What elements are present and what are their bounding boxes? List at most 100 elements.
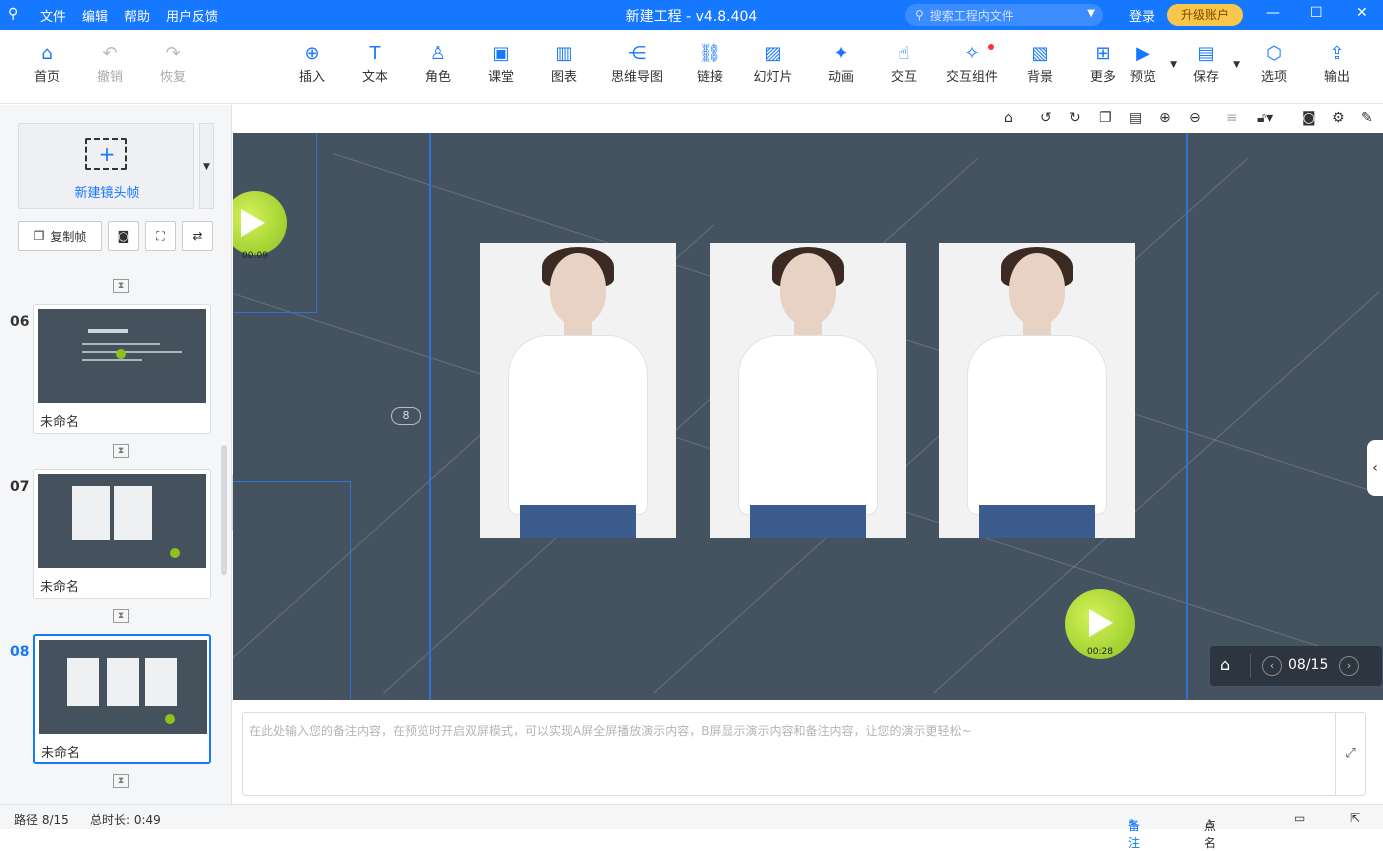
search-input[interactable]: ⚲ 搜索工程内文件 ▼ [905, 4, 1103, 26]
preview-button[interactable]: ▶ 预览 ▼ [1115, 42, 1177, 85]
rotate-right-icon[interactable]: ↻ [1069, 110, 1081, 126]
next-page-button[interactable]: › [1339, 656, 1359, 676]
classroom-button[interactable]: ▣ 课堂 [473, 42, 529, 85]
prev-page-button[interactable]: ‹ [1262, 656, 1282, 676]
portrait-photo[interactable] [480, 243, 676, 538]
transition-icon[interactable]: ⧗ [113, 609, 129, 623]
interact-component-button[interactable]: ✧ 交互组件 [940, 42, 1004, 85]
transition-icon[interactable]: ⧗ [113, 444, 129, 458]
transition-icon[interactable]: ⧗ [113, 279, 129, 293]
play-time: 00:09 [242, 251, 268, 261]
transition-icon[interactable]: ⧗ [113, 774, 129, 788]
portrait-photo[interactable] [710, 243, 906, 538]
paste-icon[interactable]: ▤ [1129, 110, 1142, 126]
notification-dot [988, 44, 994, 50]
maximize-icon[interactable]: ☐ [1310, 5, 1323, 21]
home-icon[interactable]: ⌂ [1220, 655, 1230, 674]
close-icon[interactable]: ✕ [1356, 5, 1368, 21]
zoom-out-icon[interactable]: ⊖ [1189, 110, 1201, 126]
edit-icon[interactable]: ✎ [1361, 110, 1373, 126]
swap-button[interactable]: ⇄ [182, 221, 213, 251]
chart-button[interactable]: ▥ 图表 [536, 42, 592, 85]
animation-button[interactable]: ✦ 动画 [813, 42, 869, 85]
slide-card[interactable]: 未命名 [33, 469, 211, 599]
background-icon: ▧ [1031, 43, 1049, 64]
link-button[interactable]: ⛓ 链接 [682, 42, 738, 85]
home-icon: ⌂ [41, 43, 53, 64]
play-button[interactable]: 00:28 [1065, 589, 1135, 659]
thumb-title-line [88, 329, 128, 333]
menu-help[interactable]: 帮助 [124, 6, 150, 25]
mindmap-button[interactable]: ⋲ 思维导图 [605, 42, 669, 85]
expand-icon[interactable]: ⤢ [1335, 713, 1365, 795]
export-button[interactable]: ⇪ 输出 [1309, 42, 1365, 85]
copy-icon[interactable]: ❐ [1099, 110, 1112, 126]
background-button[interactable]: ▧ 背景 [1012, 42, 1068, 85]
menu-bar: 文件 编辑 帮助 用户反馈 [40, 6, 218, 25]
new-frame-button[interactable]: + 新建镜头帧 [18, 123, 194, 209]
slide-button[interactable]: ▨ 幻灯片 [745, 42, 801, 85]
slide-item[interactable]: 07 未命名 [0, 469, 232, 599]
slide-card[interactable]: 未命名 [33, 634, 211, 764]
menu-file[interactable]: 文件 [40, 6, 66, 25]
divider [1250, 654, 1251, 678]
text-button[interactable]: T 文本 [347, 42, 403, 85]
play-icon [1089, 609, 1113, 637]
menu-feedback[interactable]: 用户反馈 [166, 6, 218, 25]
shirt-shape [508, 335, 648, 515]
app-logo-icon: ⚲ [8, 6, 19, 22]
insert-button[interactable]: ⊕ 插入 [284, 42, 340, 85]
screen-icon[interactable]: ▭ [1294, 811, 1305, 825]
save-button[interactable]: ▤ 保存 ▼ [1178, 42, 1240, 85]
chevron-down-icon[interactable]: ▼ [1087, 8, 1095, 19]
upgrade-account-button[interactable]: 升级账户 [1167, 4, 1243, 26]
character-button[interactable]: ♙ 角色 [410, 42, 466, 85]
camera-button[interactable]: ◙ [108, 221, 139, 251]
camera-icon: ◙ [117, 229, 130, 243]
slide-item-active[interactable]: 08 未命名 [0, 634, 232, 764]
portrait-photo[interactable] [939, 243, 1135, 538]
rotate-left-icon[interactable]: ↺ [1040, 110, 1052, 126]
collapse-right-panel-button[interactable]: ‹ [1367, 440, 1383, 496]
play-time: 00:28 [1087, 647, 1113, 657]
slide-card[interactable]: 未命名 [33, 304, 211, 434]
fit-frame-button[interactable]: ⛶ [145, 221, 176, 251]
lock-icon[interactable]: 🔓︎▾ [1257, 110, 1273, 126]
interact-icon: ☝ [898, 43, 910, 64]
align-icon[interactable]: ≡ [1226, 110, 1238, 126]
redo-button[interactable]: ↷ 恢复 [145, 42, 201, 85]
save-icon: ▤ [1197, 43, 1215, 64]
notes-textarea[interactable]: 在此处输入您的备注内容，在预览时开启双屏模式，可以实现A屏全屏播放演示内容，B屏… [242, 712, 1366, 796]
thumb-play-dot [170, 548, 180, 558]
home-button[interactable]: ⌂ 首页 [19, 42, 75, 85]
frame-boundary [1186, 133, 1188, 700]
slide-item[interactable]: 06 未命名 [0, 304, 232, 434]
link-icon: ⛓ [698, 43, 722, 64]
interact-button[interactable]: ☝ 交互 [876, 42, 932, 85]
text-icon: T [369, 43, 381, 64]
canvas-stage[interactable]: 00:09 8 00:28 ⌂ ‹ 08/15 › [233, 133, 1383, 700]
thumb-photo [114, 486, 152, 540]
zoom-in-icon[interactable]: ⊕ [1159, 110, 1171, 126]
menu-edit[interactable]: 编辑 [82, 6, 108, 25]
canvas-toolbar: ⌂ ↺ ↻ ❐ ▤ ⊕ ⊖ ≡ 🔓︎▾ ◙ ⚙ ✎ [233, 105, 1383, 133]
chevron-down-icon[interactable]: ▼ [1233, 60, 1240, 70]
share-icon[interactable]: ⇱ [1350, 811, 1360, 825]
screenshot-icon[interactable]: ◙ [1302, 110, 1316, 126]
login-button[interactable]: 登录 [1129, 6, 1155, 25]
path-number-badge[interactable]: 8 [391, 407, 421, 425]
slide-thumbnail [38, 309, 206, 403]
panel-scrollbar[interactable] [221, 445, 227, 575]
minimize-icon[interactable]: — [1266, 5, 1280, 21]
thumb-text-line [82, 359, 142, 361]
new-frame-dropdown[interactable]: ▼ [199, 123, 214, 209]
frame-outline[interactable] [233, 481, 351, 700]
swap-icon: ⇄ [192, 229, 203, 243]
home-view-icon[interactable]: ⌂ [1004, 110, 1013, 126]
copy-frame-button[interactable]: ❐ 复制帧 [18, 221, 102, 251]
settings-doc-icon[interactable]: ⚙ [1332, 110, 1345, 126]
frame-boundary [429, 133, 431, 700]
options-button[interactable]: ⬡ 选项 [1246, 42, 1302, 85]
undo-button[interactable]: ↶ 撤销 [82, 42, 138, 85]
chevron-down-icon[interactable]: ▼ [1170, 60, 1177, 70]
